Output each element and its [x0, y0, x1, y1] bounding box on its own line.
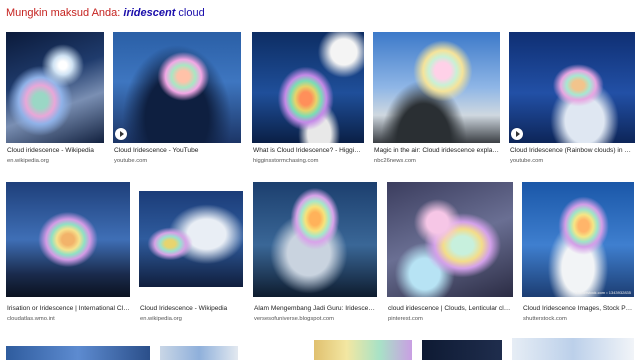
- result-caption[interactable]: Cloud Iridescence Images, Stock Photo...: [523, 305, 634, 312]
- result-caption[interactable]: Cloud Iridescence - Wikipedia: [140, 305, 243, 312]
- result-source[interactable]: youtube.com: [510, 158, 635, 164]
- result-thumbnail[interactable]: [512, 338, 634, 360]
- result-caption[interactable]: Cloud Iridescence - YouTube: [114, 147, 240, 154]
- result-source[interactable]: en.wikipedia.org: [7, 158, 103, 164]
- result-thumbnail[interactable]: [253, 182, 377, 297]
- result-caption[interactable]: Cloud iridescence - Wikipedia: [7, 147, 103, 154]
- result-caption[interactable]: Cloud Iridescence (Rainbow clouds) in Si…: [510, 147, 635, 154]
- suggested-rest[interactable]: cloud: [175, 7, 204, 19]
- result-source[interactable]: versesofuniverse.blogspot.com: [254, 316, 377, 322]
- result-thumbnail[interactable]: [6, 32, 104, 143]
- result-caption[interactable]: cloud iridescence | Clouds, Lenticular c…: [388, 305, 513, 312]
- result-source[interactable]: nbc26news.com: [374, 158, 500, 164]
- image-result[interactable]: shutterstock.com • 1343932835 Cloud Irid…: [522, 181, 634, 329]
- result-source[interactable]: cloudatlas.wmo.int: [7, 316, 130, 322]
- image-result[interactable]: Cloud iridescence - Wikipedia en.wikiped…: [6, 31, 104, 166]
- result-thumbnail[interactable]: [509, 32, 635, 143]
- result-source[interactable]: pinterest.com: [388, 316, 513, 322]
- image-result[interactable]: What is Cloud Iridescence? - Higgins St.…: [252, 31, 364, 166]
- play-icon: [511, 128, 523, 140]
- watermark: shutterstock.com • 1343932835: [574, 290, 631, 295]
- result-caption[interactable]: Irisation or Iridescence | International…: [7, 305, 130, 312]
- result-thumbnail[interactable]: [373, 32, 500, 143]
- result-thumbnail[interactable]: [139, 191, 243, 287]
- result-caption[interactable]: Alam Mengembang Jadi Guru: Iridescent Cl…: [254, 305, 377, 312]
- result-thumbnail[interactable]: [160, 346, 238, 360]
- result-thumbnail[interactable]: [252, 32, 364, 143]
- suggested-term[interactable]: iridescent: [123, 7, 175, 19]
- suggested-query-link[interactable]: iridescent cloud: [123, 7, 204, 19]
- result-caption[interactable]: What is Cloud Iridescence? - Higgins St.…: [253, 147, 364, 154]
- result-thumbnail[interactable]: [6, 346, 150, 360]
- result-source[interactable]: higginsstormchasing.com: [253, 158, 364, 164]
- result-thumbnail[interactable]: [387, 182, 513, 297]
- image-result[interactable]: Alam Mengembang Jadi Guru: Iridescent Cl…: [253, 181, 377, 329]
- image-result[interactable]: Irisation or Iridescence | International…: [6, 181, 130, 329]
- result-thumbnail[interactable]: [314, 340, 412, 360]
- result-thumbnail[interactable]: [6, 182, 130, 297]
- result-thumbnail[interactable]: [113, 32, 241, 143]
- image-result[interactable]: cloud iridescence | Clouds, Lenticular c…: [387, 181, 513, 329]
- result-caption[interactable]: Magic in the air: Cloud iridescence expl…: [374, 147, 500, 154]
- result-source[interactable]: en.wikipedia.org: [140, 316, 243, 322]
- image-result[interactable]: Cloud Iridescence (Rainbow clouds) in Si…: [509, 31, 635, 166]
- did-you-mean: Mungkin maksud Anda: iridescent cloud: [6, 7, 205, 19]
- image-result[interactable]: Magic in the air: Cloud iridescence expl…: [373, 31, 500, 166]
- did-you-mean-label: Mungkin maksud Anda:: [6, 7, 124, 19]
- result-source[interactable]: youtube.com: [114, 158, 240, 164]
- image-result[interactable]: Cloud Iridescence - Wikipedia en.wikiped…: [139, 181, 243, 329]
- result-source[interactable]: shutterstock.com: [523, 316, 634, 322]
- image-result[interactable]: Cloud Iridescence - YouTube youtube.com: [113, 31, 241, 166]
- result-thumbnail[interactable]: [422, 340, 502, 360]
- result-thumbnail[interactable]: shutterstock.com • 1343932835: [522, 182, 634, 297]
- play-icon: [115, 128, 127, 140]
